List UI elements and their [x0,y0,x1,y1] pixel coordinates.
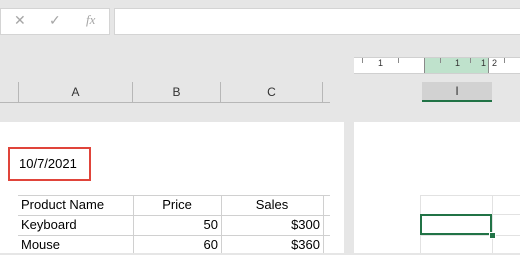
grid-line [323,195,324,253]
table-cell-price[interactable]: 60 [133,235,221,255]
date-cell[interactable]: 10/7/2021 [19,156,77,171]
ruler-tick [398,58,399,63]
ruler-label: 1 [481,58,487,68]
ruler-tick [424,58,425,73]
formula-input[interactable] [114,8,520,35]
grid-line [420,235,520,236]
ruler-tick [440,58,441,63]
close-icon[interactable]: ✕ [14,12,26,29]
ruler-tick [470,58,471,63]
ruler-label: 1 [455,58,461,68]
table-cell-sales[interactable]: $300 [221,215,323,235]
ruler-label: 1 [378,58,384,68]
table-cell-product[interactable]: Keyboard [18,215,133,235]
function-icon[interactable]: fx [86,12,95,28]
table-cell-price[interactable]: 50 [133,215,221,235]
ruler-tick [488,58,489,73]
column-header-b[interactable]: B [133,82,221,102]
ruler-label: 2 [492,58,498,68]
checkmark-icon[interactable]: ✓ [49,12,61,29]
column-header-c[interactable]: C [221,82,323,102]
column-header-a[interactable]: A [18,82,133,102]
table-header-product[interactable]: Product Name [18,195,133,215]
active-cell[interactable] [420,214,492,235]
table-cell-product[interactable]: Mouse [18,235,133,255]
table-header-price[interactable]: Price [133,195,221,215]
fill-handle[interactable] [489,232,496,239]
ruler-tick [504,58,505,63]
table-cell-sales[interactable]: $360 [221,235,323,255]
grid-line [420,195,520,196]
ruler-tick [362,58,363,63]
grid-line [492,195,493,253]
table-header-sales[interactable]: Sales [221,195,323,215]
column-header-i[interactable]: I [422,82,492,102]
